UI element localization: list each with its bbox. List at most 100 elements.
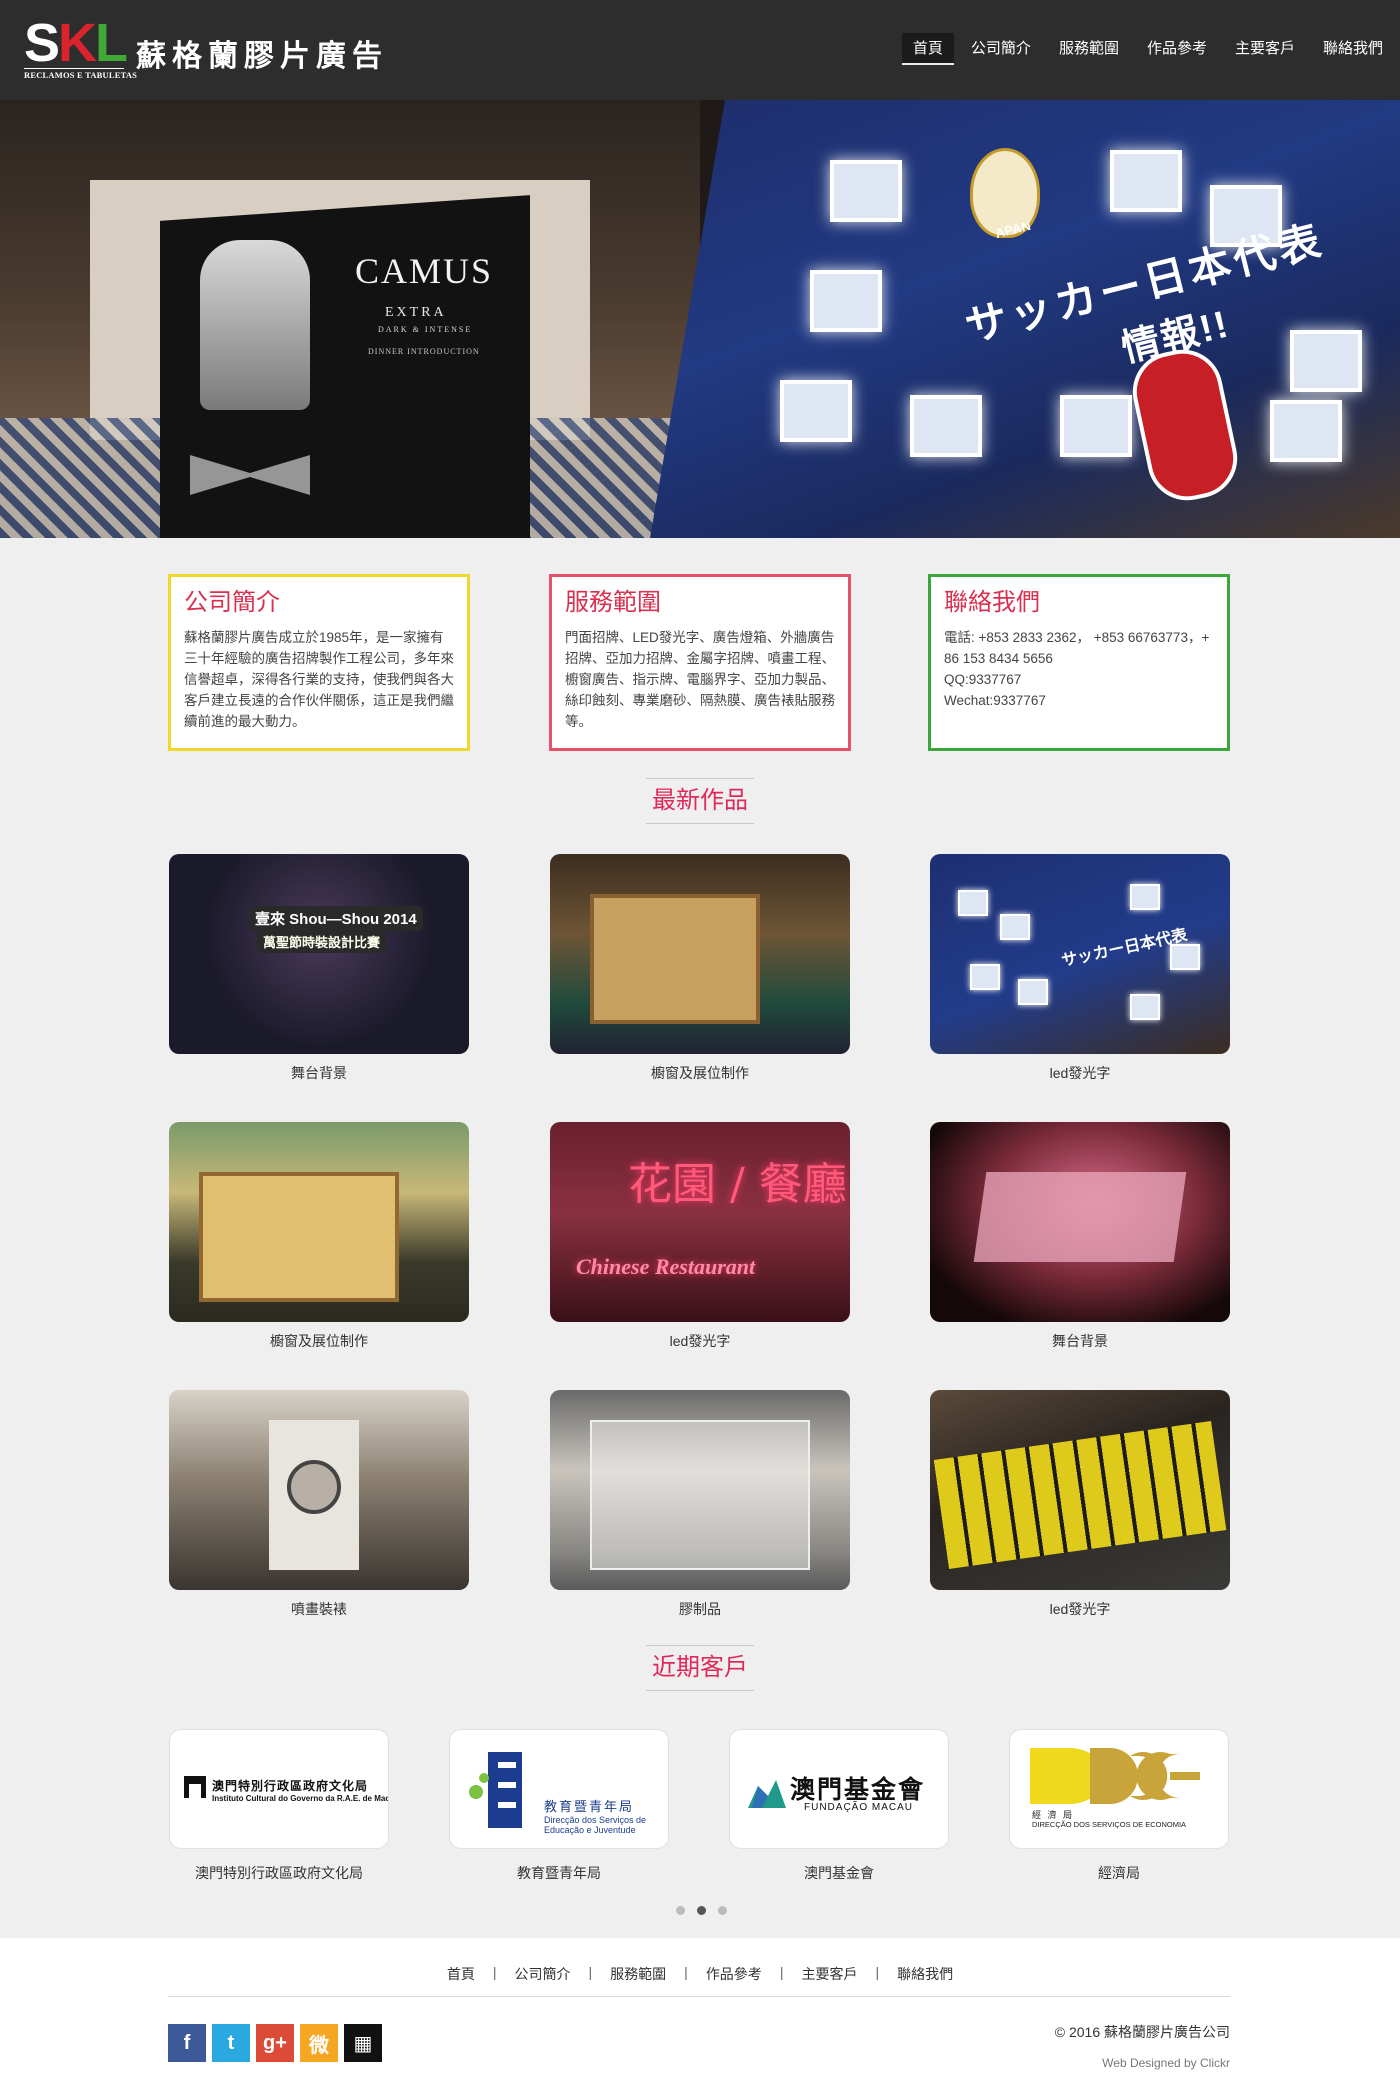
work-card[interactable]: led發光字: [930, 1390, 1230, 1619]
nav-item-about[interactable]: 公司簡介: [960, 33, 1042, 65]
services-title[interactable]: 服務範圍: [565, 587, 835, 619]
work-card[interactable]: 膠制品: [550, 1390, 850, 1619]
work-label: 舞台背景: [291, 1065, 347, 1081]
client-logo[interactable]: 澳門特別行政區政府文化局 Instituto Cultural do Gover…: [169, 1729, 389, 1849]
work-card[interactable]: 櫥窗及展位制作: [169, 1122, 469, 1351]
facebook-icon[interactable]: f: [168, 2024, 206, 2062]
work-card[interactable]: 壹來 Shou—Shou 2014 萬聖節時裝設計比賽 舞台背景: [169, 854, 469, 1083]
dsej-logo-icon: [469, 1752, 522, 1828]
work-label: 櫥窗及展位制作: [270, 1333, 368, 1349]
carousel-dot-2[interactable]: [697, 1906, 706, 1915]
client-card[interactable]: 經 濟 局 DIRECÇÃO DOS SERVIÇOS DE ECONOMIA …: [1009, 1729, 1229, 1883]
client-logo-sub-line: Educação e Juventude: [544, 1825, 636, 1835]
carousel-dot-3[interactable]: [718, 1906, 727, 1915]
copyright-text: © 2016 蘇格蘭膠片廣告公司: [1054, 2024, 1230, 2040]
nav-item-services[interactable]: 服務範圍: [1048, 33, 1130, 65]
led-tile: [958, 890, 988, 916]
camus-dinner-text: DINNER INTRODUCTION: [368, 347, 480, 356]
client-logo-title: 教育暨青年局: [544, 1799, 635, 1814]
work-card[interactable]: サッカー日本代表 led發光字: [930, 854, 1230, 1083]
work-caption: 花園 / 餐廳: [628, 1159, 847, 1210]
client-label: 澳門基金會: [804, 1865, 874, 1881]
main-nav: 首頁 公司簡介 服務範圍 作品參考 主要客戶 聯絡我們: [896, 33, 1394, 65]
work-label: led發光字: [1049, 1065, 1111, 1081]
work-image[interactable]: 花園 / 餐廳 Chinese Restaurant: [550, 1122, 850, 1322]
led-tile: [1170, 944, 1200, 970]
contact-phone: 電話: +853 2833 2362， +853 66763773，+86 15…: [944, 630, 1210, 666]
footer-separator: |: [779, 1964, 784, 1980]
client-logo-sub: FUNDAÇÃO MACAU: [804, 1802, 914, 1813]
weibo-icon[interactable]: 微: [300, 2024, 338, 2062]
footer-link-home[interactable]: 首頁: [447, 1964, 475, 1984]
work-image[interactable]: サッカー日本代表: [930, 854, 1230, 1054]
work-card[interactable]: 櫥窗及展位制作: [550, 854, 850, 1083]
site-logo[interactable]: SKL RECLAMOS E TABULETAS 蘇格蘭膠片廣告: [24, 16, 388, 80]
icm-logo-icon: [184, 1776, 206, 1798]
work-label: led發光字: [669, 1333, 731, 1349]
footer-link-clients[interactable]: 主要客戶: [801, 1964, 857, 1984]
google-plus-icon[interactable]: g+: [256, 2024, 294, 2062]
qr-code-icon[interactable]: ▦: [344, 2024, 382, 2062]
client-logo-title: 澳門特別行政區政府文化局: [212, 1779, 369, 1793]
client-card[interactable]: 澳門基金會 FUNDAÇÃO MACAU 澳門基金會: [729, 1729, 949, 1883]
work-label: led發光字: [1049, 1601, 1111, 1617]
work-image[interactable]: [550, 1390, 850, 1590]
led-tile: [910, 395, 982, 457]
nav-item-portfolio[interactable]: 作品參考: [1136, 33, 1218, 65]
stage-graphic: [973, 1172, 1187, 1262]
led-tile: [830, 160, 902, 222]
logo-letter-k: K: [58, 13, 97, 73]
works-heading: 最新作品: [0, 778, 1400, 824]
led-tile: [1290, 330, 1362, 392]
client-logo[interactable]: 經 濟 局 DIRECÇÃO DOS SERVIÇOS DE ECONOMIA: [1009, 1729, 1229, 1849]
carousel-dot-1[interactable]: [676, 1906, 685, 1915]
site-header: SKL RECLAMOS E TABULETAS 蘇格蘭膠片廣告 首頁 公司簡介…: [0, 0, 1400, 100]
work-caption: 萬聖節時裝設計比賽: [257, 930, 387, 953]
work-image[interactable]: [550, 854, 850, 1054]
client-label: 教育暨青年局: [517, 1865, 601, 1881]
about-title[interactable]: 公司簡介: [184, 587, 454, 619]
footer-link-about[interactable]: 公司簡介: [515, 1964, 571, 1984]
work-image[interactable]: [930, 1390, 1230, 1590]
about-body: 蘇格蘭膠片廣告成立於1985年，是一家擁有三十年經驗的廣告招牌製作工程公司，多年…: [184, 630, 454, 729]
nav-item-contact[interactable]: 聯絡我們: [1312, 33, 1394, 65]
client-card[interactable]: 澳門特別行政區政府文化局 Instituto Cultural do Gover…: [169, 1729, 389, 1883]
fm-logo-icon: [748, 1780, 786, 1808]
services-body: 門面招牌、LED發光字、廣告燈箱、外牆廣告招牌、亞加力招牌、金屬字招牌、噴畫工程…: [565, 630, 835, 729]
work-card[interactable]: 舞台背景: [930, 1122, 1230, 1351]
clients-heading: 近期客戶: [0, 1645, 1400, 1691]
nav-item-clients[interactable]: 主要客戶: [1224, 33, 1306, 65]
nav-item-home[interactable]: 首頁: [901, 33, 954, 65]
work-card[interactable]: 花園 / 餐廳 Chinese Restaurant led發光字: [550, 1122, 850, 1351]
client-card[interactable]: 教育暨青年局 Direcção dos Serviços de Educação…: [449, 1729, 669, 1883]
work-image[interactable]: [169, 1390, 469, 1590]
hero-banner: CAMUS EXTRA DARK & INTENSE DINNER INTROD…: [0, 100, 1400, 538]
carousel-dots: [670, 1906, 733, 1915]
work-image[interactable]: [169, 1122, 469, 1322]
kiosk-graphic: [590, 894, 760, 1024]
designer-credit[interactable]: Web Designed by Clickr: [1102, 2056, 1230, 2070]
led-tile: [970, 964, 1000, 990]
services-box: 服務範圍 門面招牌、LED發光字、廣告燈箱、外牆廣告招牌、亞加力招牌、金屬字招牌…: [549, 574, 851, 751]
site-footer: 首頁 | 公司簡介 | 服務範圍 | 作品參考 | 主要客戶 | 聯絡我們 f …: [0, 1938, 1400, 2100]
logo-mark: SKL RECLAMOS E TABULETAS: [24, 16, 137, 80]
client-logo[interactable]: 澳門基金會 FUNDAÇÃO MACAU: [729, 1729, 949, 1849]
client-label: 經濟局: [1098, 1865, 1140, 1881]
contact-title[interactable]: 聯絡我們: [944, 587, 1214, 619]
work-image[interactable]: [930, 1122, 1230, 1322]
banner-photo-camus: CAMUS EXTRA DARK & INTENSE DINNER INTROD…: [0, 100, 700, 538]
twitter-icon[interactable]: t: [212, 2024, 250, 2062]
led-tile: [1018, 979, 1048, 1005]
work-image[interactable]: 壹來 Shou—Shou 2014 萬聖節時裝設計比賽: [169, 854, 469, 1054]
client-logo[interactable]: 教育暨青年局 Direcção dos Serviços de Educação…: [449, 1729, 669, 1849]
footer-separator: |: [684, 1964, 688, 1980]
mannequin-graphic: [200, 240, 310, 410]
work-card[interactable]: 噴畫裝裱: [169, 1390, 469, 1619]
client-logo-sub-line: Direcção dos Serviços de: [544, 1815, 647, 1825]
contact-qq: QQ:9337767: [944, 672, 1022, 687]
kiosk-graphic: [199, 1172, 399, 1302]
watch-graphic: [287, 1460, 341, 1514]
footer-link-services[interactable]: 服務範圍: [610, 1964, 666, 1984]
footer-link-contact[interactable]: 聯絡我們: [897, 1964, 953, 1984]
footer-link-portfolio[interactable]: 作品參考: [706, 1964, 762, 1984]
